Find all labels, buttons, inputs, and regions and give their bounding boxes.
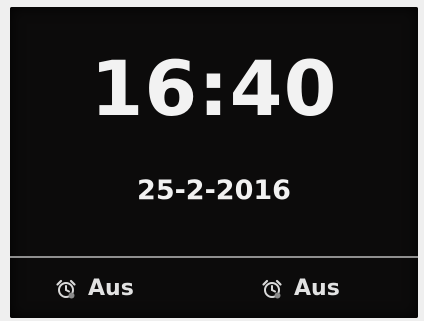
- alarm-2-status: Aus: [260, 275, 340, 303]
- alarm-1-status: Aus: [54, 275, 134, 303]
- display-screen: 16:40 25-2-2016 Aus Aus: [10, 7, 418, 318]
- alarm-1-label: Aus: [88, 276, 134, 301]
- alarm-2-label: Aus: [294, 276, 340, 301]
- clock-date: 25-2-2016: [137, 175, 291, 206]
- alarm-clock-icon: [260, 277, 284, 301]
- status-divider: [10, 256, 418, 258]
- clock-time: 16:40: [90, 44, 338, 133]
- alarm-clock-icon: [54, 277, 78, 301]
